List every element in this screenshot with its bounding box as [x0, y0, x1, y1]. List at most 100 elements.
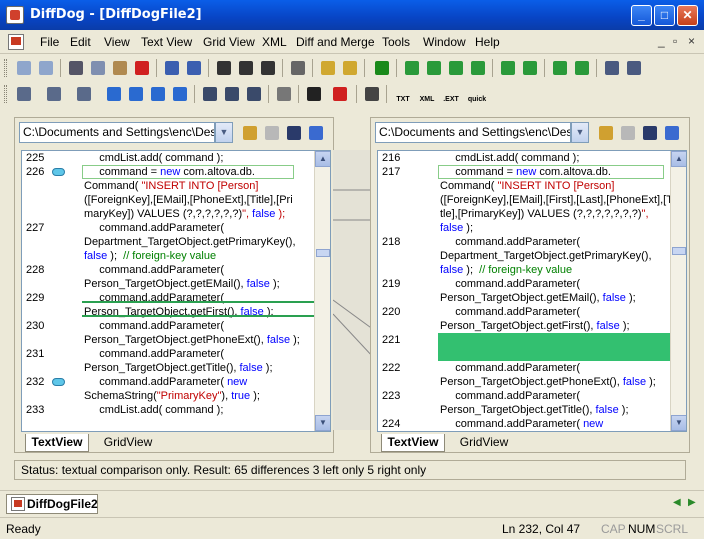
- maximize-button[interactable]: □: [654, 5, 675, 26]
- pretty-print-icon[interactable]: [44, 84, 64, 104]
- folding-margin-icon[interactable]: [200, 84, 220, 104]
- mdi-close-button[interactable]: ×: [688, 34, 695, 48]
- previous-difference-icon[interactable]: [424, 58, 444, 78]
- left-open-icon[interactable]: [241, 124, 259, 142]
- menu-diff-and-merge[interactable]: Diff and Merge: [296, 35, 375, 49]
- right-reload-icon[interactable]: [663, 124, 681, 142]
- paste-icon[interactable]: [110, 58, 130, 78]
- code-line: Person_TargetObject.getPhoneExt(), false…: [378, 375, 670, 389]
- toolbar-grip[interactable]: [4, 59, 7, 77]
- word-wrap-icon[interactable]: [14, 84, 34, 104]
- print-icon[interactable]: [288, 58, 308, 78]
- toggle-bookmark-icon[interactable]: [104, 84, 124, 104]
- menu-xml[interactable]: XML: [262, 35, 287, 49]
- delete-icon[interactable]: [132, 58, 152, 78]
- previous-bookmark-icon[interactable]: [148, 84, 168, 104]
- close-button[interactable]: ✕: [677, 5, 698, 26]
- right-vertical-scrollbar[interactable]: ▲ ▼: [670, 151, 686, 431]
- left-save-icon[interactable]: [263, 124, 281, 142]
- undo-icon[interactable]: [162, 58, 182, 78]
- code-line: Person_TargetObject.getTitle(), false );: [22, 361, 314, 375]
- left-scroll-thumb[interactable]: [316, 249, 330, 257]
- line-numbers-icon[interactable]: [74, 84, 94, 104]
- tab-scroll-left-icon[interactable]: ◀: [673, 497, 681, 508]
- clear-bookmarks-icon[interactable]: [170, 84, 190, 104]
- menu-text-view[interactable]: Text View: [141, 35, 192, 49]
- mdi-restore-button[interactable]: ▫: [673, 34, 677, 48]
- right-path-input[interactable]: C:\Documents and Settings\enc\Deskto: [375, 122, 571, 143]
- find-icon[interactable]: [214, 58, 234, 78]
- mdi-minimize-button[interactable]: _: [658, 34, 665, 48]
- edit-document-icon[interactable]: [318, 58, 338, 78]
- menu-file[interactable]: File: [40, 35, 59, 49]
- right-scroll-thumb[interactable]: [672, 247, 686, 255]
- cut-icon[interactable]: [66, 58, 86, 78]
- expand-differences-icon[interactable]: [498, 58, 518, 78]
- start-comparison-icon[interactable]: [372, 58, 392, 78]
- copy-right-to-left-icon[interactable]: [572, 58, 592, 78]
- settings-icon[interactable]: [624, 58, 644, 78]
- left-tab-textview[interactable]: TextView: [25, 434, 89, 452]
- line-number: 227: [26, 222, 45, 234]
- menu-help[interactable]: Help: [475, 35, 500, 49]
- right-tab-textview[interactable]: TextView: [381, 434, 445, 452]
- redo-icon[interactable]: [184, 58, 204, 78]
- minimize-button[interactable]: _: [631, 5, 652, 26]
- menu-tools[interactable]: Tools: [382, 35, 410, 49]
- ignore-case-icon[interactable]: [362, 84, 382, 104]
- menu-edit[interactable]: Edit: [70, 35, 91, 49]
- right-save-as-icon[interactable]: [641, 124, 659, 142]
- tab-scroll-right-icon[interactable]: ▶: [688, 497, 696, 508]
- bookmark-margin-icon[interactable]: [222, 84, 242, 104]
- new-directory-icon[interactable]: [36, 58, 56, 78]
- left-path-dropdown-button[interactable]: ▼: [215, 122, 233, 143]
- next-difference-icon[interactable]: [446, 58, 466, 78]
- right-tab-gridview[interactable]: GridView: [451, 434, 517, 452]
- document-icon[interactable]: [8, 34, 24, 50]
- compare-as-xml-button[interactable]: XML: [416, 85, 438, 105]
- right-open-icon[interactable]: [597, 124, 615, 142]
- right-path-dropdown-button[interactable]: ▼: [571, 122, 589, 143]
- check-document-icon[interactable]: [340, 58, 360, 78]
- menu-grid-view[interactable]: Grid View: [203, 35, 255, 49]
- right-code-editor[interactable]: 224 command.addParameter( new Person_Targ…: [377, 150, 687, 432]
- line-number: 218: [382, 236, 401, 248]
- menu-window[interactable]: Window: [423, 35, 466, 49]
- bookmark-icon[interactable]: [52, 168, 65, 176]
- new-file-icon[interactable]: [14, 58, 34, 78]
- left-tab-gridview[interactable]: GridView: [95, 434, 161, 452]
- left-save-as-icon[interactable]: [285, 124, 303, 142]
- quick-comparison-button[interactable]: quick: [466, 85, 488, 105]
- compare-as-text-button[interactable]: TXT: [392, 85, 414, 105]
- collapse-differences-icon[interactable]: [520, 58, 540, 78]
- first-difference-icon[interactable]: [402, 58, 422, 78]
- right-scroll-up-button[interactable]: ▲: [671, 151, 686, 167]
- menu-view[interactable]: View: [104, 35, 130, 49]
- bookmark-icon[interactable]: [52, 378, 65, 386]
- code-text: maryKey]) VALUES (?,?,?,?,?,?)", false )…: [84, 208, 286, 220]
- options-icon[interactable]: [602, 58, 622, 78]
- left-vertical-scrollbar[interactable]: ▲ ▼: [314, 151, 330, 431]
- show-whitespace-icon[interactable]: [274, 84, 294, 104]
- replace-icon[interactable]: [258, 58, 278, 78]
- compare-by-extension-button[interactable]: .EXT: [440, 85, 462, 105]
- left-code-editor[interactable]: 233 cmdList.add( command ); SchemaString(…: [21, 150, 331, 432]
- toolbar-separator: [492, 59, 493, 77]
- right-scroll-down-button[interactable]: ▼: [671, 415, 686, 431]
- arrow-right-icon[interactable]: [304, 84, 324, 104]
- last-difference-icon[interactable]: [468, 58, 488, 78]
- code-line: tle],[PrimaryKey]) VALUES (?,?,?,?,?,?,?…: [378, 207, 670, 221]
- left-path-input[interactable]: C:\Documents and Settings\enc\Deskt: [19, 122, 215, 143]
- next-bookmark-icon[interactable]: [126, 84, 146, 104]
- left-scroll-up-button[interactable]: ▲: [315, 151, 330, 167]
- right-save-icon[interactable]: [619, 124, 637, 142]
- toggle-folding-icon[interactable]: [244, 84, 264, 104]
- copy-left-to-right-icon[interactable]: [550, 58, 570, 78]
- toolbar-grip[interactable]: [4, 85, 7, 103]
- document-tab-diffdogfile2[interactable]: DiffDogFile2: [6, 494, 98, 514]
- left-reload-icon[interactable]: [307, 124, 325, 142]
- find-next-icon[interactable]: [236, 58, 256, 78]
- copy-icon[interactable]: [88, 58, 108, 78]
- left-scroll-down-button[interactable]: ▼: [315, 415, 330, 431]
- end-of-line-icon[interactable]: [330, 84, 350, 104]
